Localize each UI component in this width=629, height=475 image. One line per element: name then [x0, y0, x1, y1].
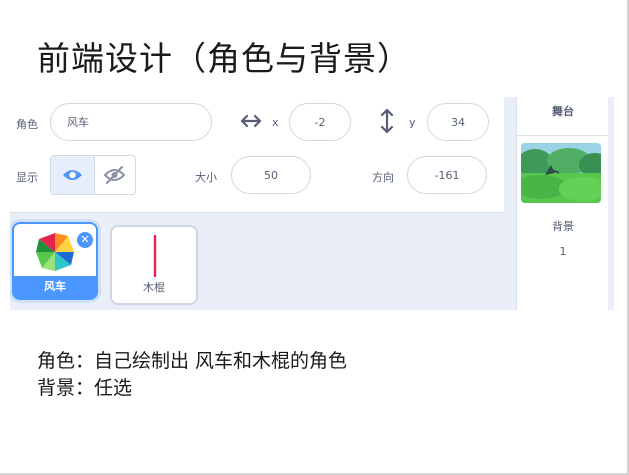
sprite-tile-name: 风车: [14, 276, 96, 298]
show-label: 显示: [16, 171, 38, 184]
x-input[interactable]: -2: [289, 103, 351, 141]
stage-header: 舞台: [517, 97, 609, 136]
size-label: 大小: [195, 171, 217, 184]
eye-off-icon: [103, 165, 126, 185]
direction-value: -161: [434, 168, 460, 182]
sprite-label: 角色: [16, 118, 38, 131]
y-input[interactable]: 34: [427, 103, 489, 141]
backdrops-label: 背景: [552, 220, 574, 233]
direction-input[interactable]: -161: [407, 156, 487, 194]
body-line-sprites: 角色：自己绘制出 风车和木棍的角色: [37, 350, 348, 372]
body-line-backdrop: 背景：任选: [37, 377, 133, 399]
eye-icon: [63, 170, 82, 180]
sprite-name-input[interactable]: 风车: [50, 103, 212, 141]
size-value: 50: [264, 168, 278, 182]
vertical-arrows-icon: [378, 108, 396, 138]
sprite-name-value: 风车: [67, 116, 89, 129]
size-input[interactable]: 50: [231, 156, 311, 194]
y-value: 34: [451, 115, 465, 129]
stage-panel[interactable]: 舞台 背景 1: [516, 97, 609, 310]
panel-divider: [504, 97, 516, 310]
x-label: x: [272, 116, 279, 129]
x-value: -2: [314, 115, 326, 129]
show-button[interactable]: [51, 156, 95, 194]
pinwheel-costume-icon: [36, 233, 74, 271]
y-label: y: [409, 116, 416, 129]
slide-title: 前端设计（角色与背景）: [37, 39, 411, 78]
sprite-tile-name: 木棍: [143, 281, 165, 294]
scratch-screenshot: 角色 风车 x -2 y 34 显示 大小 50 方向 -161 风车 ✕ 木棍…: [10, 97, 614, 310]
visibility-toggle: [50, 155, 136, 195]
horizontal-arrows-icon: [240, 111, 262, 135]
stick-costume-icon: [153, 235, 157, 277]
sprite-info-panel: 角色 风车 x -2 y 34 显示 大小 50 方向 -161: [10, 97, 504, 213]
delete-icon[interactable]: ✕: [75, 230, 95, 250]
scroll-gutter: [608, 97, 614, 310]
backdrops-count: 1: [559, 245, 567, 258]
backdrop-thumbnail[interactable]: [521, 143, 601, 203]
hide-button[interactable]: [94, 156, 135, 194]
direction-label: 方向: [372, 171, 394, 184]
sprite-tile-stick[interactable]: 木棍: [110, 225, 198, 305]
